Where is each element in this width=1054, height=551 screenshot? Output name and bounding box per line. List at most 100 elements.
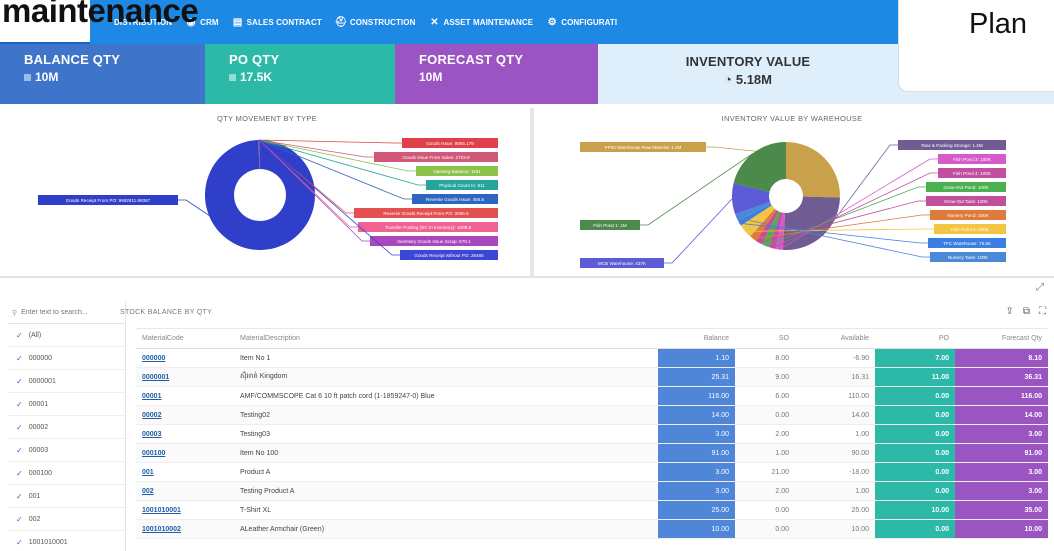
table-row[interactable]: 00003 Testing03 3.00 2.00 1.00 0.00 3.00 — [136, 424, 1048, 444]
table-row[interactable]: 00002 Testing02 14.00 0.00 14.00 0.00 14.00 — [136, 405, 1048, 425]
po-cell: 0.00 — [875, 424, 955, 444]
table-row[interactable]: 00001 AMF/COMMSCOPE Cat 6 10 ft patch cor… — [136, 386, 1048, 406]
so-cell: 0.00 — [735, 405, 795, 425]
po-cell: 10.00 — [875, 500, 955, 520]
donut-slice[interactable] — [786, 142, 840, 198]
forecast-cell: 3.00 — [955, 424, 1048, 444]
filter-item[interactable]: ✓ (All) — [8, 324, 125, 347]
kpi-po-value: 17.5K — [240, 70, 273, 84]
nav-item-sales-contract[interactable]: ▤ SALES CONTRACT — [233, 17, 322, 28]
slice-label: PP02 Warehouse Raw Material: 1.2M — [605, 145, 682, 150]
available-cell: -6.90 — [795, 348, 875, 368]
filter-item[interactable]: ✓ 0000001 — [8, 370, 125, 393]
slice-label: Opening Balance: 1181 — [433, 169, 481, 174]
fullscreen-icon[interactable]: ⛶ — [1039, 306, 1046, 317]
filter-item[interactable]: ✓ 00001 — [8, 393, 125, 416]
nav-item-asset-maintenance[interactable]: ✕ ASSET MAINTENANCE — [429, 17, 533, 28]
material-description-cell: Product A — [234, 462, 658, 482]
material-code-cell[interactable]: 00001 — [136, 386, 234, 406]
nav-item-configurati[interactable]: ⚙ CONFIGURATI — [547, 17, 618, 28]
export-icon[interactable]: ⇪ — [1005, 306, 1013, 317]
checkmark-icon[interactable]: ✓ — [16, 515, 23, 524]
available-cell: 25.00 — [795, 500, 875, 520]
slice-label: MCB Warehouse: 437K — [598, 261, 647, 266]
material-description-cell: Testing03 — [234, 424, 658, 444]
table-row[interactable]: 1001010002 ALeather Armchair (Green) 10.00… — [136, 519, 1048, 539]
available-cell: 1.00 — [795, 481, 875, 501]
po-cell: 0.00 — [875, 462, 955, 482]
filter-item[interactable]: ✓ 000100 — [8, 462, 125, 485]
filter-item[interactable]: ✓ 1001010001 — [8, 531, 125, 551]
section-splitter[interactable] — [0, 276, 1054, 278]
filter-sidebar: ⚲ ✓ (All) ✓ 000000 ✓ 0000001 ✓ 00001 ✓ 00002 ✓ 0000… — [8, 302, 126, 551]
filter-search-input[interactable] — [21, 309, 117, 316]
material-code-cell[interactable]: 002 — [136, 481, 234, 501]
material-code-cell[interactable]: 000000 — [136, 348, 234, 368]
nav-item-label: SALES CONTRACT — [246, 17, 322, 27]
col-header-balance[interactable]: Balance — [658, 328, 735, 349]
slice-label: Grow-Out Tank: 100K — [944, 199, 989, 204]
col-header-so[interactable]: SO — [735, 328, 795, 349]
checkmark-icon[interactable]: ✓ — [16, 469, 23, 478]
col-header-forecast-qty[interactable]: Forecast Qty — [955, 328, 1048, 349]
material-code-cell[interactable]: 00003 — [136, 424, 234, 444]
checkmark-icon[interactable]: ✓ — [16, 331, 23, 340]
col-header-available[interactable]: Available — [795, 328, 875, 349]
checkmark-icon[interactable]: ✓ — [16, 446, 23, 455]
material-description-cell: AMF/COMMSCOPE Cat 6 10 ft patch cord (1-… — [234, 386, 658, 406]
filter-item-label: 00003 — [28, 446, 49, 454]
checkmark-icon[interactable]: ✓ — [16, 377, 23, 386]
slice-label: Goods Receipt From PO: 9992811.99367 — [66, 198, 151, 203]
po-cell: 0.00 — [875, 443, 955, 463]
filter-item-label: 000100 — [28, 469, 53, 477]
table-row[interactable]: 002 Testing Product A 3.00 2.00 1.00 0.00 3.00 — [136, 481, 1048, 501]
forecast-cell: 14.00 — [955, 405, 1048, 425]
copy-icon[interactable]: ⧉ — [1023, 306, 1030, 317]
checkmark-icon[interactable]: ✓ — [16, 492, 23, 501]
nav-item-label: CONFIGURATI — [561, 17, 618, 27]
material-description-cell: Item No 100 — [234, 443, 658, 463]
leader-line — [258, 139, 402, 144]
so-cell: 21.00 — [735, 462, 795, 482]
checkmark-icon[interactable]: ✓ — [16, 538, 23, 547]
material-code-cell[interactable]: 000100 — [136, 443, 234, 463]
balance-cell: 3.00 — [658, 481, 735, 501]
checkmark-icon[interactable]: ✓ — [16, 400, 23, 409]
filter-item[interactable]: ✓ 00002 — [8, 416, 125, 439]
kpi-forecast-value: 10M — [419, 70, 443, 84]
nav-item-construction[interactable]: ⛑ CONSTRUCTION — [334, 17, 416, 28]
po-icon — [229, 73, 236, 81]
col-header-material-code[interactable]: MaterialCode — [136, 328, 234, 349]
forecast-cell: 10.00 — [955, 519, 1048, 539]
material-code-cell[interactable]: 001 — [136, 462, 234, 482]
table-row[interactable]: 000000 Item No 1 1.10 8.00 -6.90 7.00 8.10 — [136, 348, 1048, 368]
filter-item-label: 002 — [28, 515, 41, 523]
kpi-inventory-amount: 5.18M — [735, 72, 772, 87]
table-row[interactable]: 000100 Item No 100 91.00 1.00 90.00 0.00 91.00 — [136, 443, 1048, 463]
filter-item[interactable]: ✓ 002 — [8, 508, 125, 531]
table-row[interactable]: 1001010001 T-Shirt XL 25.00 0.00 25.00 10.00 3… — [136, 500, 1048, 520]
slice-label: Reverse Goods Receipt From PO: 2056.5 — [383, 211, 469, 216]
available-cell: 10.00 — [795, 519, 875, 539]
table-header-row: MaterialCode MaterialDescription Balance… — [136, 328, 1048, 349]
material-code-cell[interactable]: 0000001 — [136, 367, 234, 387]
table-toolbar: ⇪ ⧉ ⛶ — [1005, 306, 1046, 317]
table-row[interactable]: 001 Product A 3.00 21.00 -18.00 0.00 3.00 — [136, 462, 1048, 482]
filter-item[interactable]: ✓ 00003 — [8, 439, 125, 462]
material-code-cell[interactable]: 00002 — [136, 405, 234, 425]
material-code-cell[interactable]: 1001010002 — [136, 519, 234, 539]
expand-icon[interactable]: ⤢ — [1036, 282, 1044, 293]
col-header-material-description[interactable]: MaterialDescription — [234, 328, 658, 349]
checkmark-icon[interactable]: ✓ — [16, 354, 23, 363]
checkmark-icon[interactable]: ✓ — [16, 423, 23, 432]
inventory-value-chart-panel: INVENTORY VALUE BY WAREHOUSE PP02 Wareho… — [538, 108, 1046, 276]
slice-label: Goods Issue: 9005.179 — [426, 141, 474, 146]
table-row[interactable]: 0000001 ស៊ុំអាត់ Kingdom 25.31 9.00 16.31 11.… — [136, 367, 1048, 387]
material-description-cell: ស៊ុំអាត់ Kingdom — [234, 367, 658, 387]
col-header-po[interactable]: PO — [875, 328, 955, 349]
table-body: 000000 Item No 1 1.10 8.00 -6.90 7.00 8.10 0000… — [136, 348, 1048, 539]
filter-item[interactable]: ✓ 001 — [8, 485, 125, 508]
filter-item[interactable]: ✓ 000000 — [8, 347, 125, 370]
material-code-cell[interactable]: 1001010001 — [136, 500, 234, 520]
chart-splitter[interactable] — [530, 108, 534, 276]
